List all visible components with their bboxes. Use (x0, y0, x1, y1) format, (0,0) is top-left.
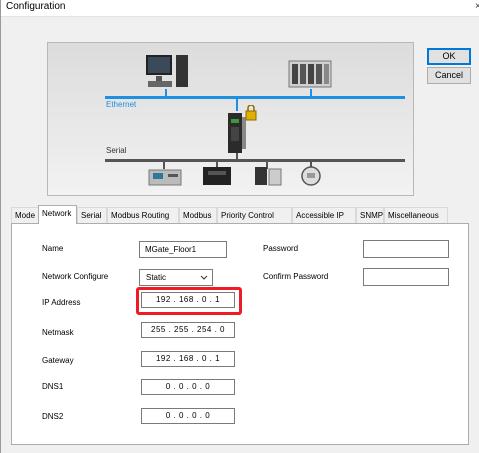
tab-accessible-ip[interactable]: Accessible IP (292, 207, 356, 223)
tab-priority-control[interactable]: Priority Control (217, 207, 292, 223)
serial-device-icon (148, 169, 182, 186)
gauge-device-icon (301, 166, 321, 186)
password-label: Password (263, 244, 299, 253)
dns1-field[interactable]: 0 . 0 . 0 . 0 (141, 379, 235, 395)
name-label: Name (42, 244, 64, 253)
meter-device-icon (255, 167, 282, 186)
tab-serial[interactable]: Serial (77, 207, 107, 223)
confirm-password-field[interactable] (363, 268, 449, 286)
network-diagram: Ethernet Serial (47, 42, 414, 196)
ethernet-line (105, 96, 405, 99)
gateway-label: Gateway (42, 356, 74, 365)
title-bar: Configuration × (1, 0, 479, 17)
gateway-device-icon (228, 105, 257, 153)
tab-snmp[interactable]: SNMP (356, 207, 384, 223)
dns2-field[interactable]: 0 . 0 . 0 . 0 (141, 408, 235, 424)
close-icon[interactable]: × (475, 1, 479, 12)
network-configure-select[interactable]: Static (139, 269, 213, 286)
serial-label: Serial (106, 146, 127, 155)
network-configure-label: Network Configure (42, 272, 109, 281)
tab-mode[interactable]: Mode (11, 207, 39, 223)
network-configure-value: Static (146, 273, 167, 282)
drive-device-icon (203, 167, 231, 185)
configuration-dialog: Configuration × OK Cancel Ethernet Seria… (0, 0, 479, 453)
chevron-down-icon (200, 275, 208, 280)
ip-address-label: IP Address (42, 298, 81, 307)
tab-modbus[interactable]: Modbus (179, 207, 217, 223)
gateway-field[interactable]: 192 . 168 . 0 . 1 (141, 351, 235, 367)
plc-icon (288, 60, 332, 88)
dns2-label: DNS2 (42, 412, 64, 421)
tab-miscellaneous[interactable]: Miscellaneous (384, 207, 448, 223)
ok-button[interactable]: OK (427, 48, 471, 65)
tab-modbus-routing[interactable]: Modbus Routing (107, 207, 179, 223)
window-title: Configuration (6, 1, 66, 12)
dns1-label: DNS1 (42, 382, 64, 391)
ethernet-label: Ethernet (106, 100, 137, 109)
tab-network[interactable]: Network (38, 205, 77, 224)
netmask-label: Netmask (42, 328, 74, 337)
name-field[interactable]: MGate_Floor1 (139, 241, 227, 258)
computer-icon (146, 55, 188, 87)
password-field[interactable] (363, 240, 449, 258)
serial-line (105, 159, 405, 162)
netmask-field[interactable]: 255 . 255 . 254 . 0 (141, 322, 235, 338)
cancel-button[interactable]: Cancel (427, 67, 471, 84)
ip-address-highlight (136, 287, 242, 315)
confirm-password-label: Confirm Password (263, 272, 329, 281)
